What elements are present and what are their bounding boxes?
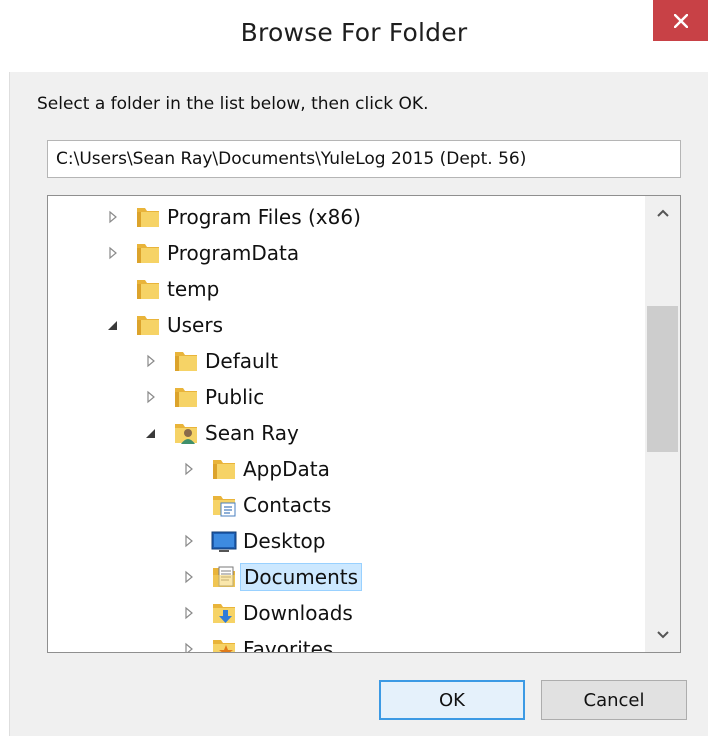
collapsed-arrow-icon[interactable]	[106, 209, 120, 225]
folder-tree[interactable]: Program Files (x86) ProgramData temp Users D…	[47, 195, 681, 653]
tree-item-programdata[interactable]: ProgramData	[48, 236, 644, 270]
tree-item-label: Program Files (x86)	[167, 205, 361, 229]
folder-icon	[134, 311, 162, 339]
downloads-folder-icon	[210, 599, 238, 627]
tree-item-default[interactable]: Default	[48, 344, 644, 378]
tree-item-label: Desktop	[243, 529, 326, 553]
collapsed-arrow-icon[interactable]	[182, 461, 196, 477]
tree-item-label: Downloads	[243, 601, 353, 625]
tree-item-label: Sean Ray	[205, 421, 299, 445]
desktop-icon	[210, 527, 238, 555]
tree-item-favorites[interactable]: Favorites	[48, 632, 644, 653]
tree-item-label: Contacts	[243, 493, 332, 517]
title-bar[interactable]: Browse For Folder	[0, 0, 708, 72]
collapsed-arrow-icon[interactable]	[144, 389, 158, 405]
chevron-up-icon	[656, 209, 669, 217]
documents-folder-icon	[210, 563, 238, 591]
expanded-arrow-icon[interactable]	[144, 425, 158, 441]
collapsed-arrow-icon[interactable]	[144, 353, 158, 369]
contacts-folder-icon	[210, 491, 238, 519]
tree-item-temp[interactable]: temp	[48, 272, 644, 306]
collapsed-arrow-icon[interactable]	[182, 641, 196, 652]
tree-item-contacts[interactable]: Contacts	[48, 488, 644, 522]
tree-item-label: Favorites	[243, 637, 334, 653]
folder-icon	[134, 203, 162, 231]
folder-path-field[interactable]	[47, 140, 681, 178]
tree-item-documents[interactable]: Documents	[48, 560, 644, 594]
scroll-thumb[interactable]	[647, 306, 678, 452]
tree-item-label: AppData	[243, 457, 330, 481]
expanded-arrow-icon[interactable]	[106, 317, 120, 333]
ok-button[interactable]: OK	[379, 680, 525, 720]
user-folder-icon	[172, 419, 200, 447]
tree-item-label: Users	[167, 313, 224, 337]
collapsed-arrow-icon[interactable]	[106, 245, 120, 261]
folder-icon	[134, 275, 162, 303]
tree-item-appdata[interactable]: AppData	[48, 452, 644, 486]
tree-item-users[interactable]: Users	[48, 308, 644, 342]
scroll-up-button[interactable]	[645, 196, 680, 230]
close-icon	[673, 13, 688, 28]
collapsed-arrow-icon[interactable]	[182, 569, 196, 585]
collapsed-arrow-icon[interactable]	[182, 533, 196, 549]
tree-item-label: temp	[167, 277, 220, 301]
tree-item-sean-ray[interactable]: Sean Ray	[48, 416, 644, 450]
folder-icon	[210, 455, 238, 483]
cancel-button[interactable]: Cancel	[541, 680, 687, 720]
tree-item-downloads[interactable]: Downloads	[48, 596, 644, 630]
tree-item-label: Documents	[240, 563, 363, 591]
browse-for-folder-dialog: Browse For Folder Select a folder in the…	[0, 0, 708, 736]
tree-item-program-files-x86[interactable]: Program Files (x86)	[48, 200, 644, 234]
tree-item-label: Default	[205, 349, 279, 373]
dialog-title: Browse For Folder	[240, 18, 468, 47]
tree-item-label: ProgramData	[167, 241, 300, 265]
folder-icon	[172, 347, 200, 375]
chevron-down-icon	[656, 631, 669, 639]
collapsed-arrow-icon[interactable]	[182, 605, 196, 621]
folder-icon	[172, 383, 200, 411]
tree-item-label: Public	[205, 385, 265, 409]
folder-icon	[134, 239, 162, 267]
instruction-text: Select a folder in the list below, then …	[37, 94, 429, 114]
favorites-folder-icon	[210, 635, 238, 652]
tree-item-desktop[interactable]: Desktop	[48, 524, 644, 558]
close-button[interactable]	[653, 0, 708, 41]
vertical-scrollbar[interactable]	[645, 196, 680, 652]
tree-item-public[interactable]: Public	[48, 380, 644, 414]
scroll-down-button[interactable]	[645, 618, 680, 652]
